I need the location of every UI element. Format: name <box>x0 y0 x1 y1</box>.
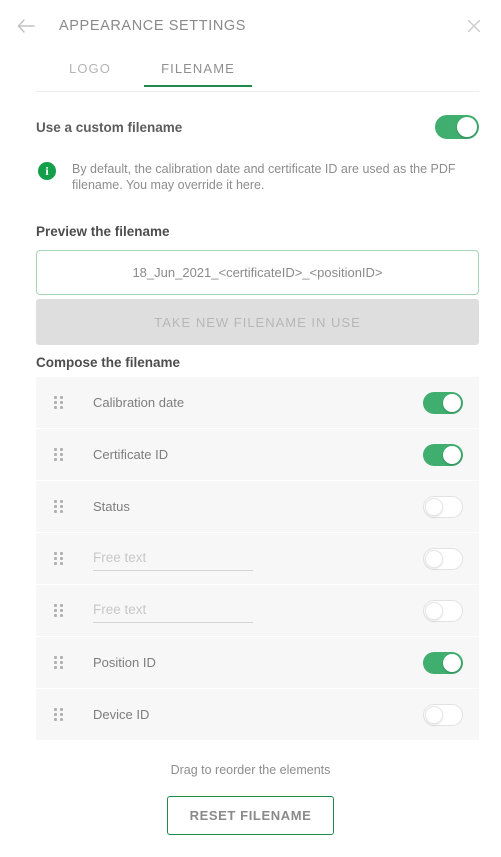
list-item-toggle[interactable] <box>423 703 463 726</box>
drag-handle-icon[interactable] <box>54 604 66 617</box>
list-item[interactable] <box>36 533 479 584</box>
list-item-toggle[interactable] <box>423 443 463 466</box>
toggle-knob <box>443 445 461 464</box>
custom-filename-label: Use a custom filename <box>36 119 183 135</box>
list-item[interactable] <box>36 585 479 636</box>
reset-filename-button[interactable]: RESET FILENAME <box>166 796 335 835</box>
custom-filename-row: Use a custom filename <box>0 93 501 139</box>
tab-logo[interactable]: LOGO <box>36 52 144 87</box>
drag-handle-icon[interactable] <box>54 708 66 721</box>
close-icon[interactable] <box>463 15 485 37</box>
take-in-use-wrap: TAKE NEW FILENAME IN USE <box>0 295 501 345</box>
info-note-text: By default, the calibration date and cer… <box>72 162 456 192</box>
compose-filename-list: Calibration date Certificate ID Status F… <box>36 377 479 740</box>
preview-input-wrap <box>0 239 501 295</box>
free-text-input[interactable] <box>93 546 253 571</box>
drag-reorder-hint: Drag to reorder the elements <box>170 763 331 777</box>
toggle-knob <box>457 117 477 137</box>
list-item-toggle[interactable] <box>423 391 463 414</box>
custom-filename-toggle[interactable] <box>435 115 479 139</box>
toggle-knob <box>443 653 461 672</box>
drag-handle-icon[interactable] <box>54 500 66 513</box>
reset-button-wrap: RESET FILENAME <box>0 777 501 835</box>
list-item[interactable]: Position ID <box>36 637 479 688</box>
free-text-input[interactable] <box>93 598 253 623</box>
compose-section-title: Compose the filename <box>36 355 181 370</box>
preview-section-title: Preview the filename <box>36 224 170 239</box>
page-title: APPEARANCE SETTINGS <box>59 18 247 34</box>
toggle-knob <box>443 393 461 412</box>
list-item-label: Status <box>93 499 130 514</box>
list-item-label: Calibration date <box>93 395 185 410</box>
list-item[interactable]: Calibration date <box>36 377 479 428</box>
toggle-knob <box>425 549 443 568</box>
drag-handle-icon[interactable] <box>54 552 66 565</box>
drag-handle-icon[interactable] <box>54 396 66 409</box>
back-arrow-icon[interactable] <box>14 14 38 38</box>
drag-handle-icon[interactable] <box>54 656 66 669</box>
list-item-label: Certificate ID <box>93 447 169 462</box>
list-item-toggle[interactable] <box>423 651 463 674</box>
tab-bar: LOGO FILENAME <box>0 52 501 92</box>
info-note: i By default, the calibration date and c… <box>0 139 501 193</box>
list-item-toggle[interactable] <box>423 599 463 622</box>
toggle-knob <box>425 705 443 724</box>
drag-handle-icon[interactable] <box>54 448 66 461</box>
toggle-knob <box>425 497 443 516</box>
filename-preview-input[interactable] <box>36 250 479 295</box>
tab-divider <box>36 91 479 92</box>
appearance-settings-dialog: APPEARANCE SETTINGS LOGO FILENAME Use a … <box>0 0 501 857</box>
list-item-label: Position ID <box>93 655 156 670</box>
list-item-toggle[interactable] <box>423 547 463 570</box>
dialog-header: APPEARANCE SETTINGS <box>0 0 501 52</box>
tab-filename[interactable]: FILENAME <box>144 52 252 87</box>
list-item[interactable]: Device ID <box>36 689 479 740</box>
list-item[interactable]: Status <box>36 481 479 532</box>
take-new-filename-in-use-button[interactable]: TAKE NEW FILENAME IN USE <box>36 299 479 345</box>
list-item-toggle[interactable] <box>423 495 463 518</box>
info-icon: i <box>38 162 56 180</box>
list-item-label: Device ID <box>93 707 150 722</box>
list-item[interactable]: Certificate ID <box>36 429 479 480</box>
toggle-knob <box>425 601 443 620</box>
